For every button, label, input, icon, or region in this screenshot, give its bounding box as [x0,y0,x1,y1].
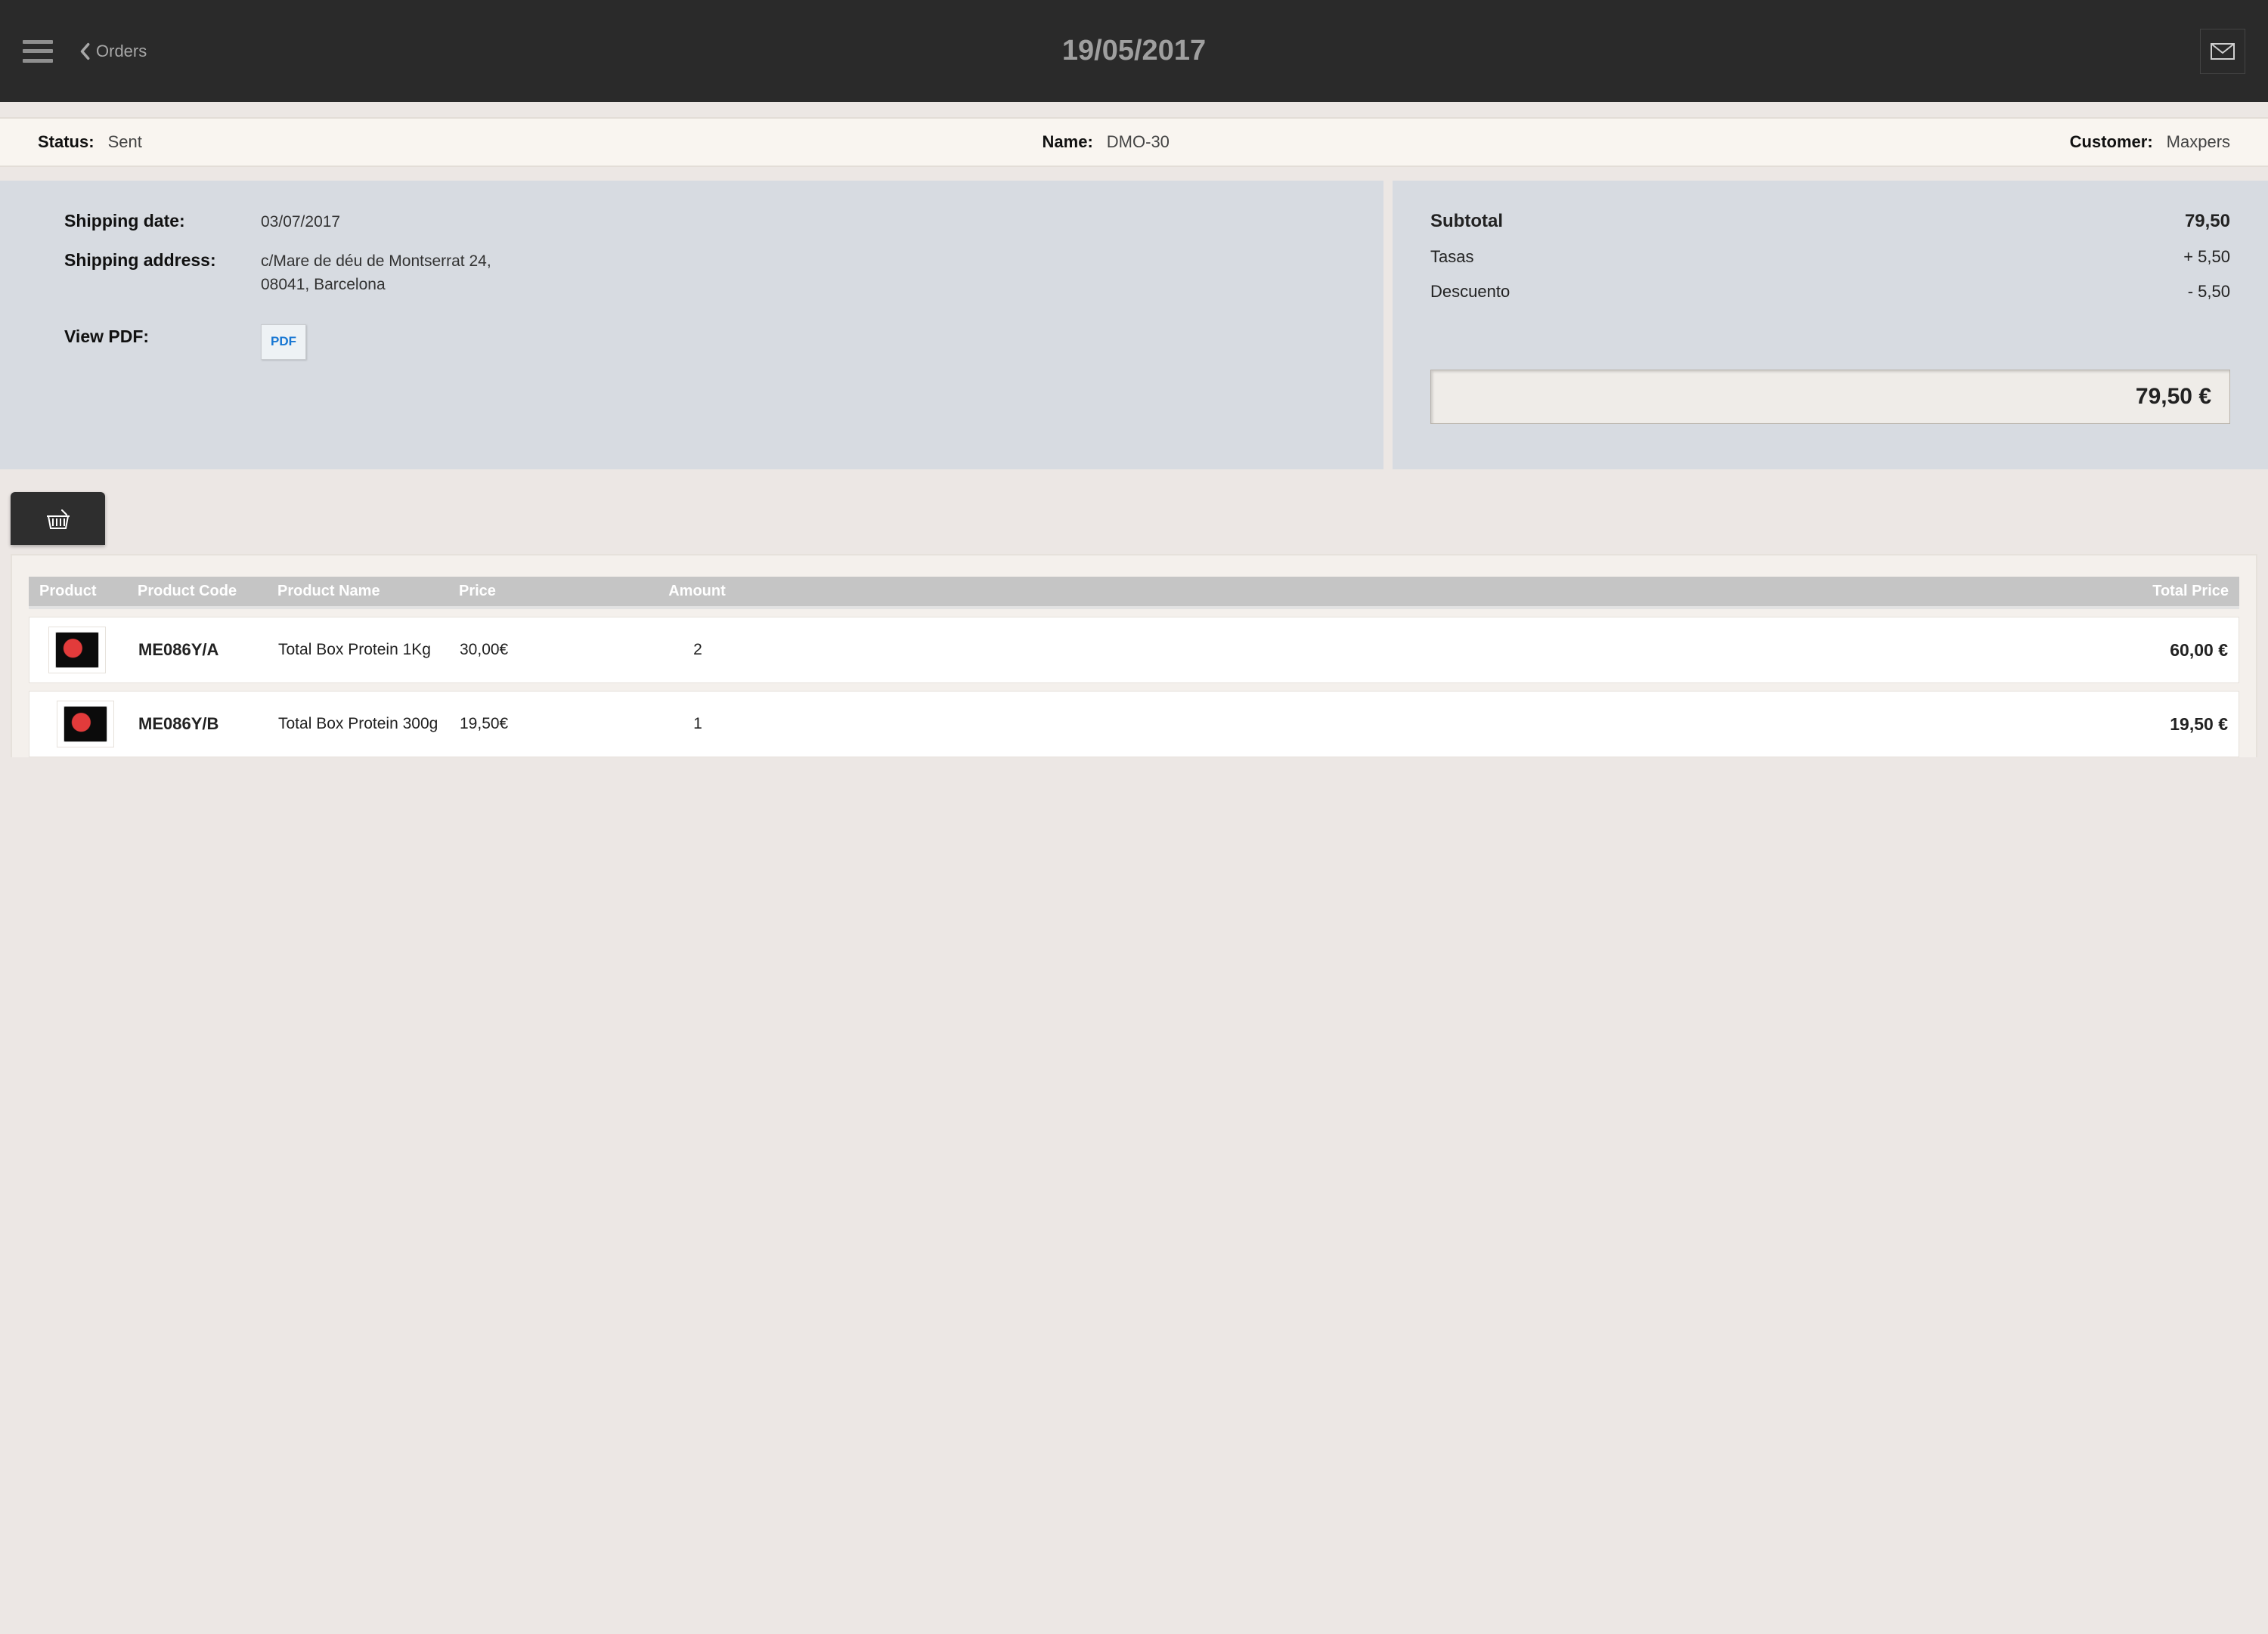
th-name: Product Name [277,583,459,600]
product-thumb [48,627,106,673]
grand-total: 79,50 € [1430,370,2230,424]
status-label: Status: [38,132,94,152]
name-label: Name: [1043,132,1093,152]
cell-code: ME086Y/B [138,714,278,734]
app-header: Orders 19/05/2017 [0,0,2268,102]
cell-price: 19,50€ [460,715,618,733]
subtotal-label: Subtotal [1430,211,1503,232]
shipping-panel: Shipping date: 03/07/2017 Shipping addre… [0,181,1383,469]
discount-value: - 5,50 [2188,282,2230,302]
line-items-table: Product Product Code Product Name Price … [11,554,2257,757]
hamburger-icon[interactable] [23,40,53,63]
tax-label: Tasas [1430,247,1473,267]
chevron-left-icon [79,42,90,60]
pdf-button[interactable]: PDF [261,324,306,360]
table-header: Product Product Code Product Name Price … [29,577,2239,609]
th-price: Price [459,583,618,600]
page-title: 19/05/2017 [0,35,2268,67]
customer-value: Maxpers [2167,132,2230,152]
mail-icon [2211,43,2235,60]
discount-label: Descuento [1430,282,1510,302]
shipping-address-label: Shipping address: [64,250,261,296]
product-thumb [57,701,114,747]
status-value: Sent [108,132,142,152]
basket-icon [45,507,71,530]
customer-label: Customer: [2070,132,2153,152]
shipping-address-value: c/Mare de déu de Montserrat 24, 08041, B… [261,250,491,296]
shipping-date-value: 03/07/2017 [261,211,340,234]
th-product: Product [39,583,138,600]
order-info-strip: Status: Sent Name: DMO-30 Customer: Maxp… [0,117,2268,167]
name-value: DMO-30 [1107,132,1170,152]
cell-name: Total Box Protein 1Kg [278,641,460,659]
table-row[interactable]: ME086Y/A Total Box Protein 1Kg 30,00€ 2 … [29,617,2239,683]
th-amount: Amount [618,583,776,600]
tax-value: + 5,50 [2183,247,2230,267]
subtotal-value: 79,50 [2185,211,2230,232]
cell-total: 60,00 € [777,640,2228,661]
cell-amount: 2 [618,641,777,659]
cell-amount: 1 [618,715,777,733]
cell-total: 19,50 € [777,714,2228,735]
mail-button[interactable] [2200,29,2245,74]
cell-name: Total Box Protein 300g [278,715,460,733]
th-total: Total Price [776,583,2229,600]
totals-panel: Subtotal 79,50 Tasas + 5,50 Descuento - … [1393,181,2268,469]
table-row[interactable]: ME086Y/B Total Box Protein 300g 19,50€ 1… [29,691,2239,757]
th-code: Product Code [138,583,277,600]
cell-code: ME086Y/A [138,640,278,660]
back-button[interactable]: Orders [79,42,147,61]
view-pdf-label: View PDF: [64,326,261,360]
back-label: Orders [96,42,147,61]
details-panels: Shipping date: 03/07/2017 Shipping addre… [0,181,2268,469]
basket-tab[interactable] [11,492,105,545]
shipping-date-label: Shipping date: [64,211,261,234]
cell-price: 30,00€ [460,641,618,659]
